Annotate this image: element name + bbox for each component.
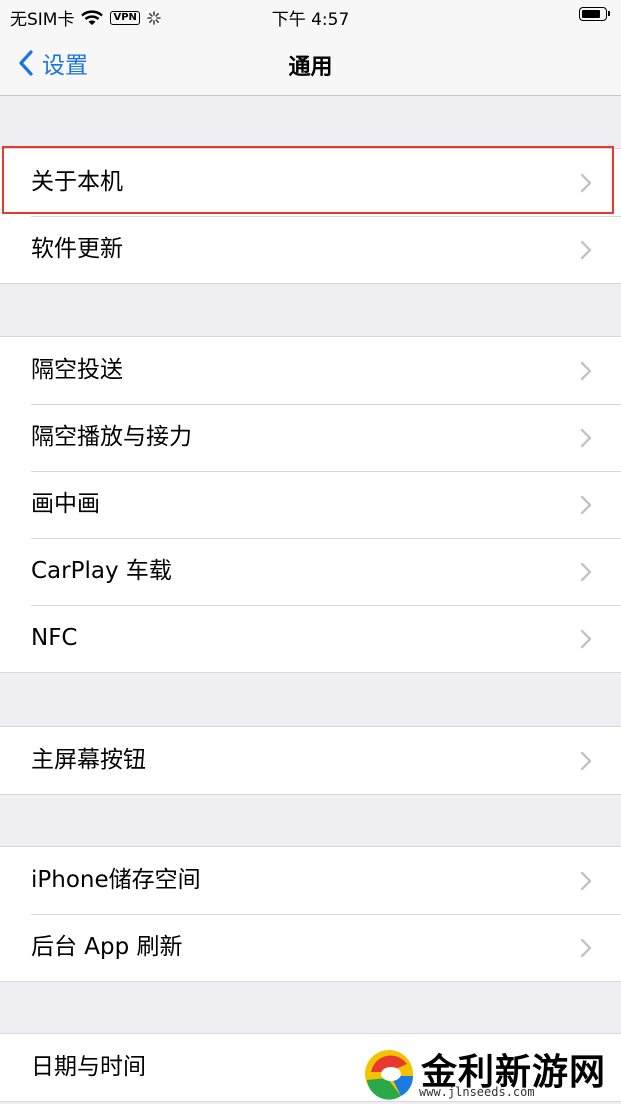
row-airdrop[interactable]: 隔空投送: [0, 337, 621, 404]
row-label: CarPlay 车载: [31, 558, 172, 584]
row-label: 画中画: [31, 491, 100, 517]
chevron-right-icon: [580, 938, 592, 958]
row-label: 软件更新: [31, 236, 123, 262]
chevron-right-icon: [580, 240, 592, 260]
row-label: 日期与时间: [31, 1054, 146, 1080]
row-label: 关于本机: [31, 169, 123, 195]
row-label: 主屏幕按钮: [31, 747, 146, 773]
row-iphone-storage[interactable]: iPhone储存空间: [0, 847, 621, 914]
row-nfc[interactable]: NFC: [0, 605, 621, 672]
settings-group-home-button: 主屏幕按钮: [0, 726, 621, 795]
row-label: iPhone储存空间: [31, 867, 201, 893]
row-label: 后台 App 刷新: [31, 934, 183, 960]
row-label: 隔空播放与接力: [31, 424, 192, 450]
navigation-bar: 设置 通用: [0, 32, 621, 96]
row-airplay-handoff[interactable]: 隔空播放与接力: [0, 404, 621, 471]
status-bar: 无SIM卡 VPN 下午 4:57: [0, 0, 621, 32]
row-background-app-refresh[interactable]: 后台 App 刷新: [0, 914, 621, 981]
settings-group-storage: iPhone储存空间 后台 App 刷新: [0, 846, 621, 982]
row-home-button[interactable]: 主屏幕按钮: [0, 727, 621, 794]
row-label: 隔空投送: [31, 357, 123, 383]
page-title: 通用: [288, 55, 333, 80]
row-label: NFC: [31, 625, 78, 651]
watermark: 金利新游网 www.jlnseeds.com: [361, 1040, 617, 1104]
row-carplay[interactable]: CarPlay 车载: [0, 538, 621, 605]
settings-group-about: 关于本机 软件更新: [0, 148, 621, 284]
site-logo-icon: [365, 1050, 414, 1100]
battery-icon: [579, 7, 610, 21]
row-about[interactable]: 关于本机: [0, 149, 621, 216]
chevron-right-icon: [580, 629, 592, 649]
row-software-update[interactable]: 软件更新: [0, 216, 621, 283]
chevron-right-icon: [580, 562, 592, 582]
settings-group-connectivity: 隔空投送 隔空播放与接力 画中画 CarPlay 车载 NFC: [0, 336, 621, 673]
chevron-right-icon: [580, 495, 592, 515]
chevron-right-icon: [580, 428, 592, 448]
watermark-url: www.jlnseeds.com: [419, 1085, 535, 1099]
status-time: 下午 4:57: [271, 10, 350, 30]
chevron-right-icon: [580, 871, 592, 891]
row-picture-in-picture[interactable]: 画中画: [0, 471, 621, 538]
chevron-right-icon: [580, 173, 592, 193]
chevron-right-icon: [580, 361, 592, 381]
chevron-right-icon: [580, 751, 592, 771]
battery-fill: [582, 10, 600, 18]
